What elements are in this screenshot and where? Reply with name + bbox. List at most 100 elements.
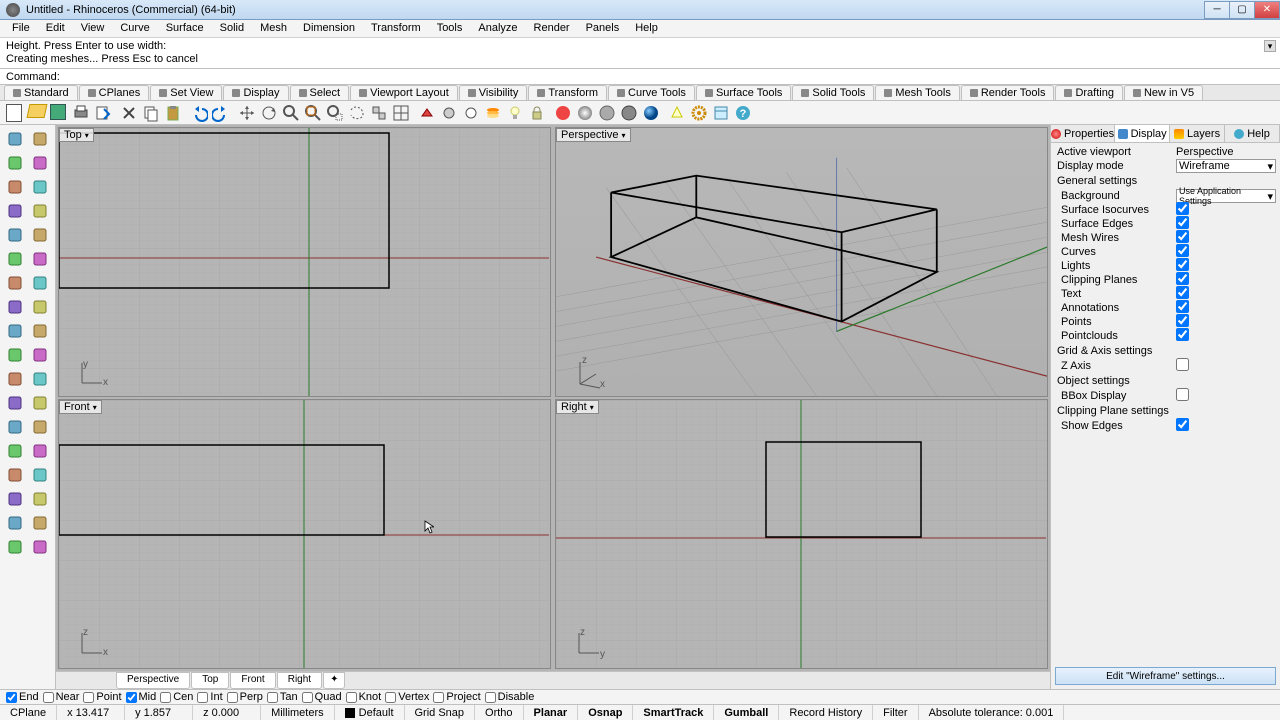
show-icon[interactable] — [460, 102, 482, 124]
menu-tools[interactable]: Tools — [429, 20, 471, 37]
cut-icon[interactable] — [118, 102, 140, 124]
menu-render[interactable]: Render — [526, 20, 578, 37]
toolbar-tab-viewport-layout[interactable]: Viewport Layout — [350, 85, 458, 100]
export-icon[interactable] — [92, 102, 114, 124]
zoom-extents-icon[interactable] — [302, 102, 324, 124]
vp-tab-add[interactable]: ✦ — [323, 672, 345, 689]
minimize-button[interactable]: ─ — [1204, 1, 1230, 19]
status-toggle-grid-snap[interactable]: Grid Snap — [405, 705, 476, 720]
print-icon[interactable] — [70, 102, 92, 124]
osnap-near[interactable]: Near — [43, 691, 80, 703]
left-tool-check[interactable] — [27, 391, 52, 415]
menu-edit[interactable]: Edit — [38, 20, 73, 37]
left-tool-extrude[interactable] — [27, 271, 52, 295]
display-surface-edges-checkbox[interactable] — [1176, 216, 1189, 229]
left-tool-join[interactable] — [27, 343, 52, 367]
bbox-checkbox[interactable] — [1176, 388, 1189, 401]
left-tool-tool-29[interactable] — [27, 463, 52, 487]
edit-wireframe-button[interactable]: Edit "Wireframe" settings... — [1055, 667, 1276, 685]
display-mode-select[interactable]: Wireframe▾ — [1176, 159, 1276, 173]
status-toggle-osnap[interactable]: Osnap — [578, 705, 633, 720]
toolbar-tab-visibility[interactable]: Visibility — [459, 85, 528, 100]
sphere-3-icon[interactable] — [640, 102, 662, 124]
left-tool-hatch[interactable] — [27, 367, 52, 391]
left-tool-circle[interactable] — [27, 151, 52, 175]
viewport-right-label[interactable]: Right▾ — [556, 400, 599, 414]
osnap-point[interactable]: Point — [83, 691, 121, 703]
sphere-2-icon[interactable] — [618, 102, 640, 124]
left-tool-mesh[interactable] — [2, 271, 27, 295]
paste-icon[interactable] — [162, 102, 184, 124]
left-tool-solid-sphere[interactable] — [27, 247, 52, 271]
osnap-cen[interactable]: Cen — [160, 691, 193, 703]
toolbar-tab-display[interactable]: Display — [223, 85, 288, 100]
command-scroll-icon[interactable]: ▾ — [1264, 40, 1276, 52]
display-surface-isocurves-checkbox[interactable] — [1176, 202, 1189, 215]
osnap-disable[interactable]: Disable — [485, 691, 535, 703]
hide-icon[interactable] — [438, 102, 460, 124]
viewport-perspective[interactable]: Perspective▾ z x — [555, 127, 1048, 397]
move-icon[interactable] — [236, 102, 258, 124]
status-toggle-ortho[interactable]: Ortho — [475, 705, 524, 720]
left-tool-tool-30[interactable] — [2, 487, 27, 511]
tab-display[interactable]: Display — [1115, 125, 1170, 142]
osnap-tan[interactable]: Tan — [267, 691, 298, 703]
toolbar-tab-solid-tools[interactable]: Solid Tools — [792, 85, 874, 100]
left-tool-ctrl-pts[interactable] — [2, 223, 27, 247]
display-lights-checkbox[interactable] — [1176, 258, 1189, 271]
menu-solid[interactable]: Solid — [212, 20, 252, 37]
vp-tab-perspective[interactable]: Perspective — [116, 672, 190, 689]
vp-tab-top[interactable]: Top — [191, 672, 229, 689]
close-button[interactable]: ✕ — [1254, 1, 1280, 19]
rotate-view-icon[interactable] — [258, 102, 280, 124]
toolbar-tab-drafting[interactable]: Drafting — [1055, 85, 1123, 100]
options-icon[interactable] — [688, 102, 710, 124]
toolbar-tab-surface-tools[interactable]: Surface Tools — [696, 85, 791, 100]
viewport-top[interactable]: Top▾ y x — [58, 127, 551, 397]
left-tool-rectangle[interactable] — [27, 175, 52, 199]
display-points-checkbox[interactable] — [1176, 314, 1189, 327]
viewport-top-label[interactable]: Top▾ — [59, 128, 94, 142]
left-tool-tool-34[interactable] — [2, 535, 27, 559]
render-preview-icon[interactable] — [574, 102, 596, 124]
maximize-button[interactable]: ▢ — [1229, 1, 1255, 19]
new-file-icon[interactable] — [4, 102, 26, 124]
osnap-mid[interactable]: Mid — [126, 691, 157, 703]
properties-icon[interactable] — [710, 102, 732, 124]
status-toggle-record-history[interactable]: Record History — [779, 705, 873, 720]
vp-tab-front[interactable]: Front — [230, 672, 275, 689]
display-mesh-wires-checkbox[interactable] — [1176, 230, 1189, 243]
menu-file[interactable]: File — [4, 20, 38, 37]
tab-help[interactable]: Help — [1225, 125, 1280, 142]
left-tool-boolean[interactable] — [2, 295, 27, 319]
left-tool-tool-26[interactable] — [2, 439, 27, 463]
osnap-knot[interactable]: Knot — [346, 691, 382, 703]
layer-icon[interactable] — [482, 102, 504, 124]
left-tool-properties[interactable] — [2, 415, 27, 439]
zoom-icon[interactable] — [280, 102, 302, 124]
command-prompt-row[interactable]: Command: — [0, 69, 1280, 85]
left-tool-solid-box[interactable] — [2, 247, 27, 271]
zoom-window-icon[interactable] — [324, 102, 346, 124]
menu-curve[interactable]: Curve — [112, 20, 157, 37]
left-tool-fillet[interactable] — [27, 295, 52, 319]
display-clipping-planes-checkbox[interactable] — [1176, 272, 1189, 285]
toolbar-tab-set-view[interactable]: Set View — [150, 85, 222, 100]
osnap-end[interactable]: End — [6, 691, 39, 703]
toolbar-tab-curve-tools[interactable]: Curve Tools — [608, 85, 695, 100]
left-tool-arc[interactable] — [2, 199, 27, 223]
left-tool-dimension[interactable] — [27, 319, 52, 343]
left-tool-options[interactable] — [27, 415, 52, 439]
viewport-front-label[interactable]: Front▾ — [59, 400, 102, 414]
tab-properties[interactable]: Properties — [1051, 125, 1115, 142]
left-tool-polyline[interactable] — [2, 151, 27, 175]
left-tool-tool-33[interactable] — [27, 511, 52, 535]
copy-icon[interactable] — [140, 102, 162, 124]
menu-dimension[interactable]: Dimension — [295, 20, 363, 37]
status-toggle-smarttrack[interactable]: SmartTrack — [633, 705, 714, 720]
left-tool-curve[interactable] — [27, 199, 52, 223]
osnap-perp[interactable]: Perp — [227, 691, 263, 703]
left-tool-line[interactable] — [2, 175, 27, 199]
left-tool-pointer[interactable] — [2, 127, 27, 151]
left-tool-paint[interactable] — [2, 391, 27, 415]
